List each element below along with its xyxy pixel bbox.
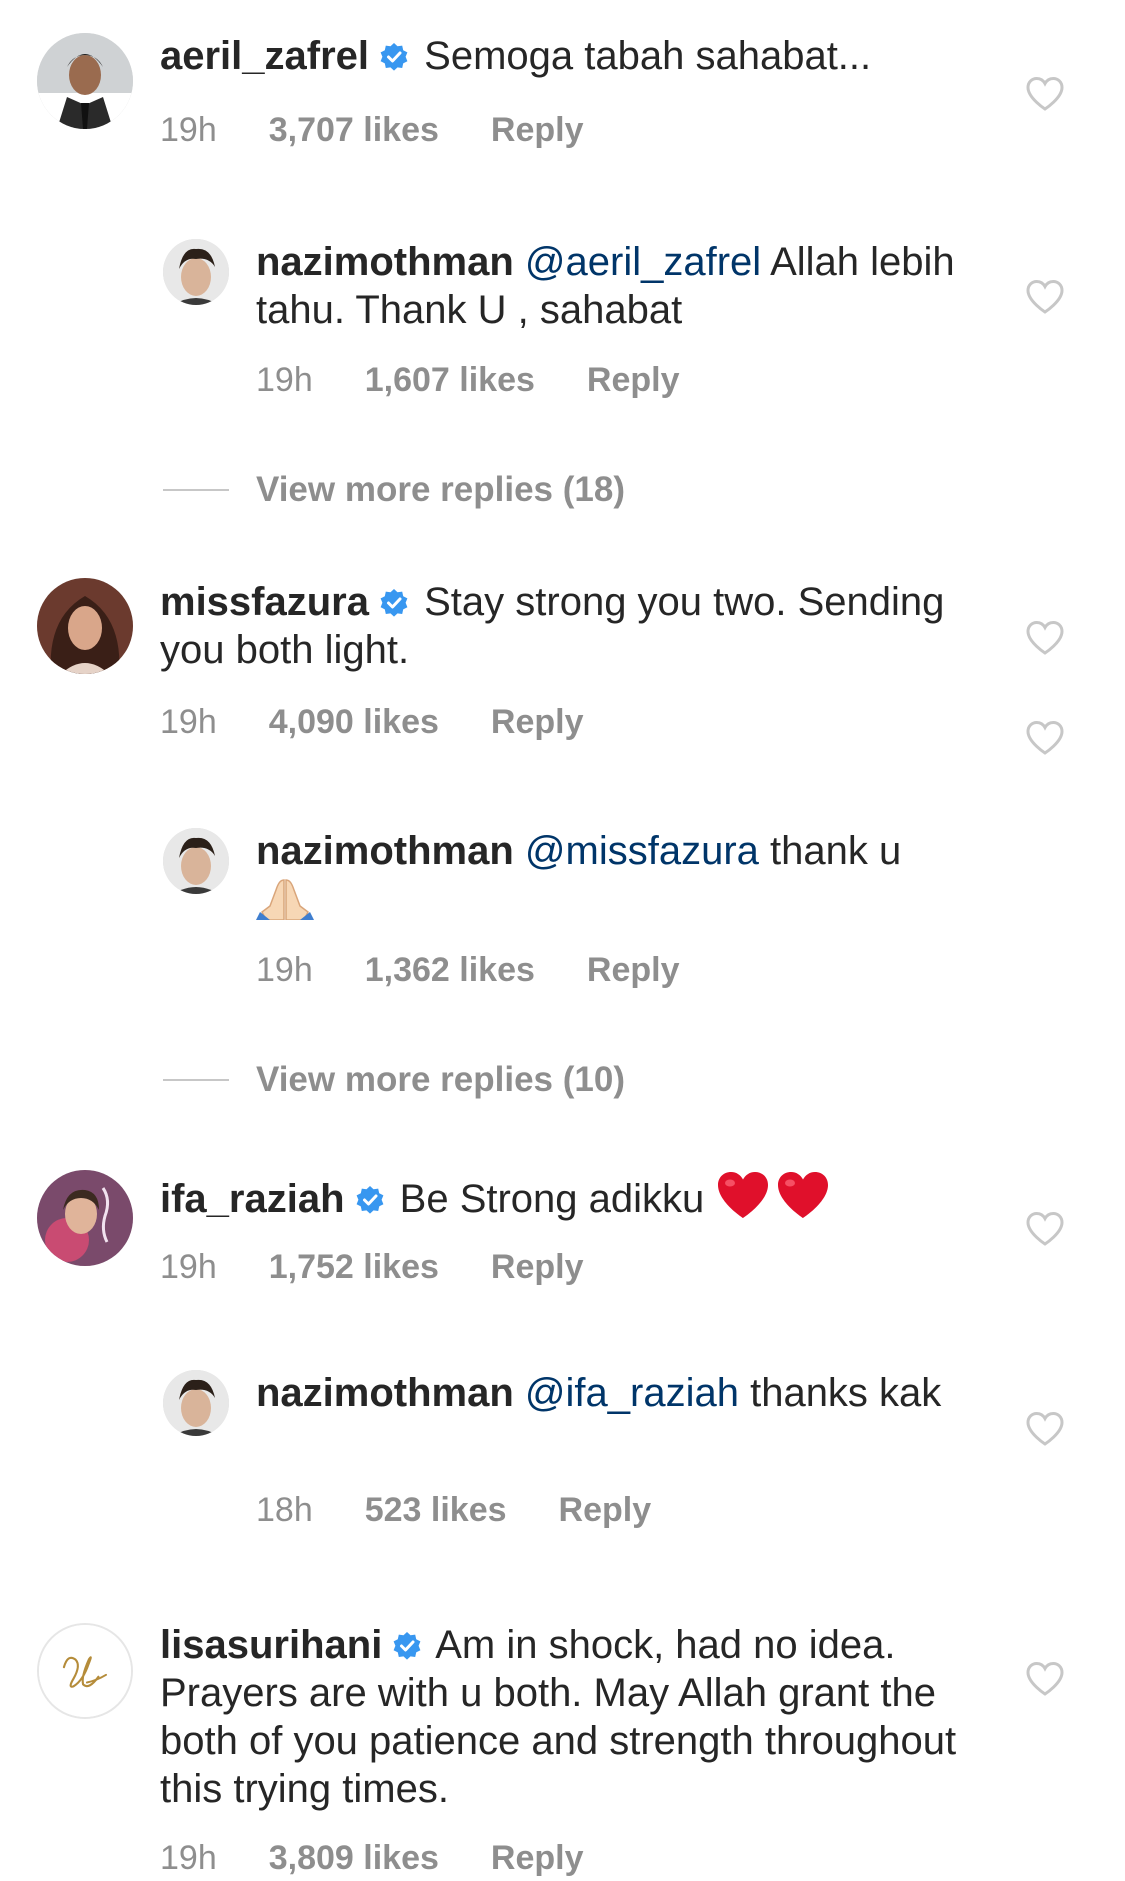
comments-list: aeril_zafrel Semoga tabah sahabat... 19h… [0,0,1125,1881]
divider-line [163,489,229,491]
avatar-photo [37,33,133,129]
comment-meta: 19h 3,809 likes Reply [160,1838,583,1878]
comment-text-missfazura: missfazura Stay strong you two. Sending … [160,578,980,674]
reply-button[interactable]: Reply [587,360,680,400]
comment-time: 19h [160,1839,217,1877]
comment-likes[interactable]: 1,752 likes [269,1247,439,1287]
avatar-photo [163,828,229,894]
reply-mention[interactable]: @missfazura [525,829,759,873]
comment-time: 19h [160,1248,217,1286]
reply-text: nazimothman @ifa_raziah thanks kak [256,1369,980,1417]
reply-likes[interactable]: 523 likes [365,1490,507,1530]
avatar-nazimothman[interactable] [163,239,229,305]
heart-icon[interactable] [1025,76,1065,112]
view-more-label: View more replies (18) [256,470,625,509]
avatar-logo [39,1625,131,1717]
comment-username[interactable]: missfazura [160,580,369,624]
reply-time: 19h [256,951,313,989]
reply-username[interactable]: nazimothman [256,240,514,284]
reply-meta: 19h 1,362 likes Reply [256,950,679,990]
comment-meta: 19h 3,707 likes Reply [160,110,583,150]
comment-username[interactable]: aeril_zafrel [160,34,369,78]
avatar-photo [163,239,229,305]
reply-likes[interactable]: 1,362 likes [365,950,535,990]
reply-username[interactable]: nazimothman [256,829,514,873]
heart-icon[interactable] [1025,1411,1065,1447]
heart-icon[interactable] [1025,720,1065,756]
comment-body: Semoga tabah sahabat... [424,34,872,78]
reply-mention[interactable]: @aeril_zafrel [525,240,761,284]
comment-username[interactable]: lisasurihani [160,1623,382,1667]
avatar-photo [163,1370,229,1436]
reply-likes[interactable]: 1,607 likes [365,360,535,400]
heart-icon[interactable] [1025,620,1065,656]
reply-meta: 19h 1,607 likes Reply [256,360,679,400]
comment-likes[interactable]: 3,809 likes [269,1838,439,1878]
heart-icon[interactable] [1025,279,1065,315]
folded-hands-icon [256,876,314,920]
avatar-ifa-raziah[interactable] [37,1170,133,1266]
reply-time: 19h [256,361,313,399]
reply-time: 18h [256,1491,313,1529]
verified-badge-icon [379,588,409,618]
reply-text: nazimothman @aeril_zafrel Allah lebih ta… [256,238,980,334]
avatar-nazimothman[interactable] [163,1370,229,1436]
avatar-photo [37,578,133,674]
reply-button[interactable]: Reply [559,1490,652,1530]
divider-line [163,1079,229,1081]
reply-body: thanks kak [738,1371,942,1415]
heart-icon[interactable] [1025,1211,1065,1247]
comment-text-lisasurihani: lisasurihani Am in shock, had no idea. P… [160,1621,980,1813]
comment-likes[interactable]: 4,090 likes [269,702,439,742]
comment-time: 19h [160,111,217,149]
comment-body: Be Strong adikku [399,1177,705,1221]
reply-meta: 18h 523 likes Reply [256,1490,651,1530]
comment-text-ifa-raziah: ifa_raziah Be Strong adikku [160,1170,980,1223]
comment-time: 19h [160,703,217,741]
reply-mention[interactable]: @ifa_raziah [525,1371,739,1415]
reply-body: thank u [758,829,902,873]
reply-username[interactable]: nazimothman [256,1371,514,1415]
reply-text: nazimothman @missfazura thank u [256,827,980,923]
comment-meta: 19h 4,090 likes Reply [160,702,583,742]
reply-button[interactable]: Reply [491,1838,584,1878]
comment-likes[interactable]: 3,707 likes [269,110,439,150]
avatar-nazimothman[interactable] [163,828,229,894]
comment-meta: 19h 1,752 likes Reply [160,1247,583,1287]
avatar-photo [37,1170,133,1266]
verified-badge-icon [355,1185,385,1215]
avatar-aeril-zafrel[interactable] [37,33,133,129]
verified-badge-icon [379,42,409,72]
reply-button[interactable]: Reply [491,702,584,742]
verified-badge-icon [392,1631,422,1661]
avatar-missfazura[interactable] [37,578,133,674]
reply-button[interactable]: Reply [491,1247,584,1287]
view-more-replies[interactable]: View more replies (18) [163,470,625,510]
comment-username[interactable]: ifa_raziah [160,1177,345,1221]
view-more-replies[interactable]: View more replies (10) [163,1060,625,1100]
avatar-lisasurihani[interactable] [37,1623,133,1719]
heart-icon[interactable] [1025,1661,1065,1697]
reply-button[interactable]: Reply [491,110,584,150]
reply-button[interactable]: Reply [587,950,680,990]
red-heart-icon [715,1170,771,1220]
comment-text-aeril-zafrel: aeril_zafrel Semoga tabah sahabat... [160,32,980,80]
red-heart-icon [775,1170,831,1220]
view-more-label: View more replies (10) [256,1060,625,1099]
